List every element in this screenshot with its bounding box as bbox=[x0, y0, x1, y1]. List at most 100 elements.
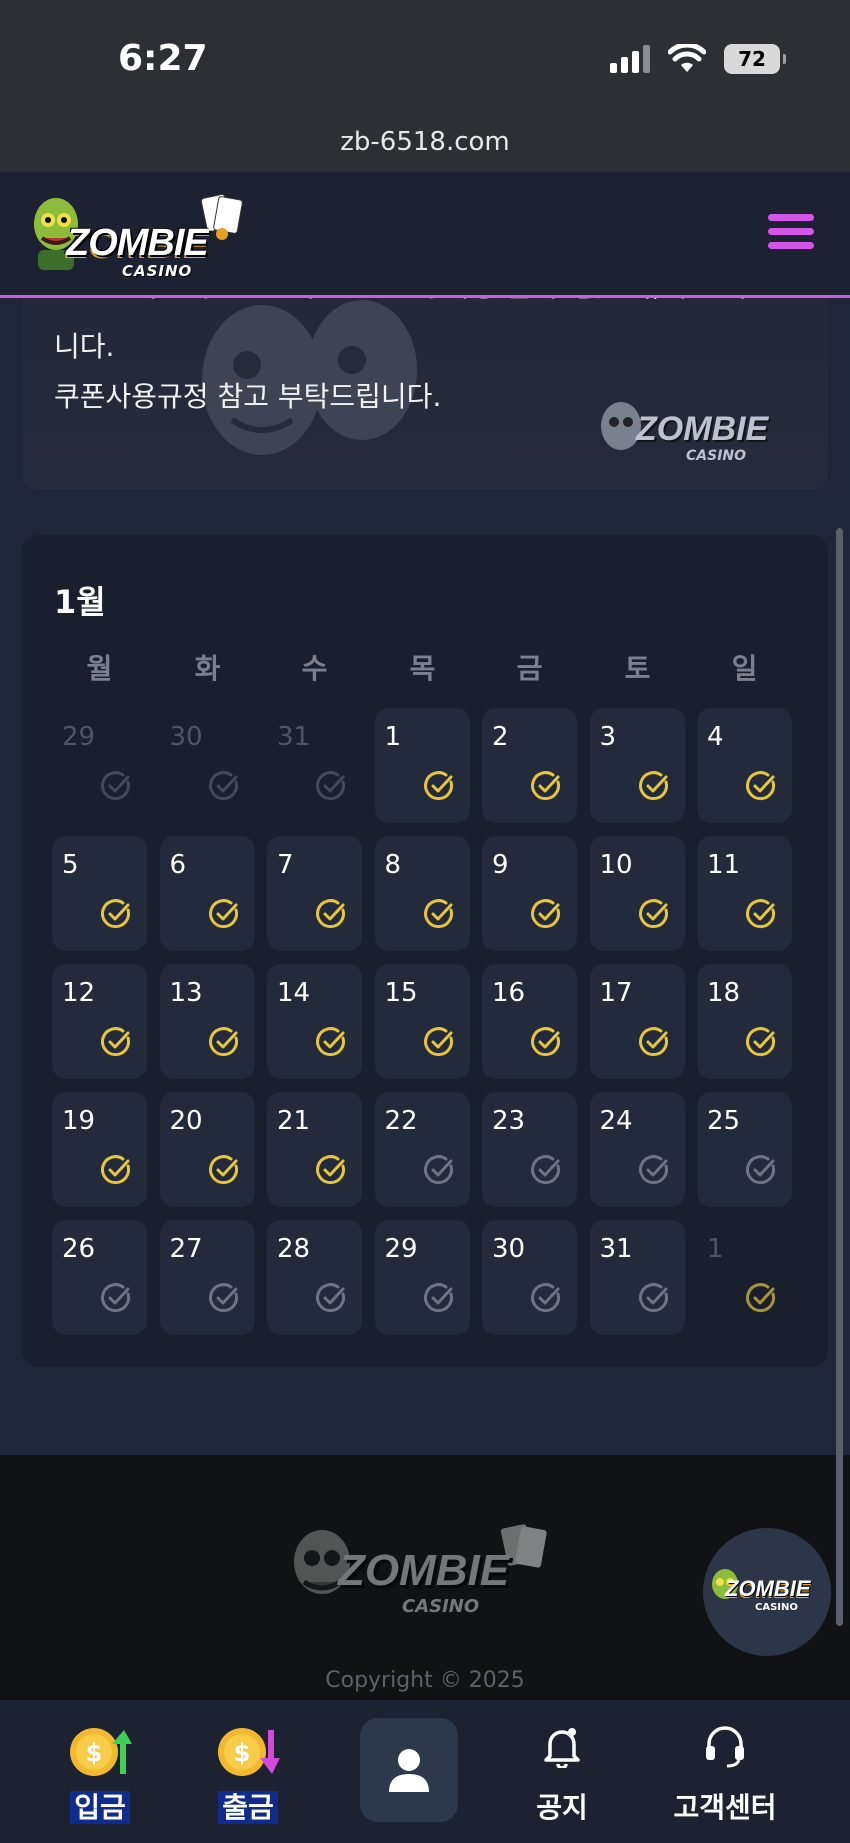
calendar-day-cell[interactable]: 22 bbox=[374, 1092, 470, 1207]
floating-logo-sub: CASINO bbox=[755, 1602, 798, 1613]
calendar-day-number: 29 bbox=[62, 722, 96, 752]
calendar-day-cell[interactable]: 21 bbox=[267, 1092, 362, 1207]
check-circle-icon bbox=[101, 899, 130, 929]
calendar-day-cell[interactable]: 10 bbox=[589, 836, 685, 951]
check-circle-icon bbox=[208, 899, 238, 929]
floating-logo-word: ZOMBIE bbox=[725, 1576, 811, 1601]
calendar-day-number: 17 bbox=[599, 978, 633, 1008]
calendar-day-number: 2 bbox=[492, 722, 509, 752]
calendar-day-cell[interactable]: 9 bbox=[482, 836, 577, 951]
calendar-day-cell[interactable]: 29 bbox=[52, 708, 147, 823]
check-circle-icon bbox=[746, 1027, 775, 1057]
banner-logo-sub: CASINO bbox=[686, 448, 747, 464]
hamburger-icon[interactable] bbox=[768, 214, 814, 252]
calendar-day-number: 26 bbox=[62, 1234, 96, 1264]
check-circle-icon bbox=[208, 1283, 238, 1313]
floating-zombie-casino-button[interactable]: ZOMBIE CASINO bbox=[703, 1528, 831, 1656]
check-circle-icon bbox=[638, 1027, 668, 1057]
calendar-day-number: 4 bbox=[707, 722, 724, 752]
calendar-day-cell[interactable]: 28 bbox=[267, 1220, 362, 1335]
calendar-day-number: 7 bbox=[277, 850, 294, 880]
calendar-day-number: 15 bbox=[384, 978, 418, 1008]
calendar-day-cell[interactable]: 16 bbox=[482, 964, 577, 1079]
status-time: 6:27 bbox=[118, 38, 208, 79]
calendar-day-number: 30 bbox=[169, 722, 203, 752]
nav-notice[interactable]: 공지 bbox=[487, 1700, 637, 1843]
calendar-day-cell[interactable]: 6 bbox=[159, 836, 255, 951]
url-bar[interactable]: zb-6518.com bbox=[0, 125, 850, 175]
calendar-day-number: 12 bbox=[62, 978, 96, 1008]
banner-text: 입금 1회 5시 15분 이전 입금 시 사용 할 수 없으며, 쿠폰지급 됩 … bbox=[54, 270, 808, 422]
calendar-day-cell[interactable]: 30 bbox=[160, 708, 255, 823]
calendar-day-number: 27 bbox=[169, 1234, 203, 1264]
calendar-day-cell[interactable]: 19 bbox=[52, 1092, 147, 1207]
calendar-day-cell[interactable]: 30 bbox=[482, 1220, 577, 1335]
calendar-day-cell[interactable]: 13 bbox=[159, 964, 255, 1079]
calendar-day-cell[interactable]: 14 bbox=[267, 964, 362, 1079]
page-scrollbar[interactable] bbox=[836, 528, 843, 1626]
banner-line-1: 니다. bbox=[54, 330, 115, 363]
nav-deposit-label: 입금 bbox=[25, 1786, 175, 1826]
nav-support[interactable]: 고객센터 bbox=[650, 1700, 800, 1843]
weekday-sun: 일 bbox=[731, 652, 758, 685]
calendar-day-cell[interactable]: 11 bbox=[697, 836, 792, 951]
check-circle-icon bbox=[316, 1155, 345, 1185]
check-circle-icon bbox=[101, 1027, 130, 1057]
check-circle-icon bbox=[423, 899, 453, 929]
calendar-day-cell[interactable]: 18 bbox=[697, 964, 792, 1079]
calendar-day-number: 25 bbox=[707, 1106, 741, 1136]
footer-logo-sub: CASINO bbox=[402, 1596, 480, 1617]
check-circle-icon bbox=[208, 1027, 238, 1057]
check-circle-icon bbox=[746, 1155, 775, 1185]
calendar-day-cell[interactable]: 31 bbox=[589, 1220, 685, 1335]
calendar-day-number: 13 bbox=[169, 978, 203, 1008]
calendar-day-cell[interactable]: 15 bbox=[374, 964, 470, 1079]
check-circle-icon bbox=[638, 1155, 668, 1185]
check-circle-icon bbox=[531, 1283, 560, 1313]
battery-icon: 72 bbox=[724, 44, 786, 74]
calendar-day-cell[interactable]: 20 bbox=[159, 1092, 255, 1207]
calendar-day-cell[interactable]: 25 bbox=[697, 1092, 792, 1207]
attendance-calendar: 1월 월 화 수 목 금 토 일 29 30 31 1 2 3 4 5 6 7 8 9 10 11 12 13… bbox=[22, 535, 828, 1367]
calendar-day-cell[interactable]: 2 bbox=[482, 708, 577, 823]
nav-withdraw[interactable]: $ 출금 bbox=[173, 1700, 323, 1843]
nav-support-label: 고객센터 bbox=[673, 1791, 777, 1824]
calendar-day-cell[interactable]: 8 bbox=[374, 836, 470, 951]
ios-status-bar: 6:27 72 bbox=[0, 0, 850, 125]
calendar-day-number: 18 bbox=[707, 978, 741, 1008]
calendar-day-number: 31 bbox=[277, 722, 311, 752]
calendar-day-cell[interactable]: 26 bbox=[52, 1220, 147, 1335]
calendar-day-cell[interactable]: 4 bbox=[697, 708, 792, 823]
calendar-day-cell[interactable]: 7 bbox=[267, 836, 362, 951]
calendar-day-number: 10 bbox=[599, 850, 633, 880]
check-circle-icon bbox=[316, 1283, 345, 1313]
calendar-day-number: 11 bbox=[707, 850, 741, 880]
calendar-day-cell[interactable]: 24 bbox=[589, 1092, 685, 1207]
calendar-day-cell[interactable]: 5 bbox=[52, 836, 147, 951]
calendar-day-number: 14 bbox=[277, 978, 311, 1008]
nav-profile-button[interactable] bbox=[360, 1718, 458, 1822]
nav-deposit[interactable]: $ 입금 bbox=[25, 1700, 175, 1843]
calendar-grid: 29 30 31 1 2 3 4 5 6 7 8 9 10 11 12 13 14 15 16 17 18 19 20 21 2… bbox=[52, 708, 805, 1335]
calendar-day-number: 28 bbox=[277, 1234, 311, 1264]
calendar-day-cell[interactable]: 17 bbox=[589, 964, 685, 1079]
deposit-coin-icon: $ bbox=[70, 1728, 132, 1776]
site-header: ZOMBIE CASINO bbox=[0, 172, 850, 298]
weekday-fri: 금 bbox=[516, 652, 543, 685]
calendar-day-cell[interactable]: 1 bbox=[374, 708, 470, 823]
calendar-day-number: 31 bbox=[599, 1234, 633, 1264]
calendar-day-cell[interactable]: 23 bbox=[482, 1092, 577, 1207]
banner-logo-word: ZOMBIE bbox=[636, 410, 769, 448]
calendar-weekdays: 월 화 수 목 금 토 일 bbox=[52, 647, 805, 687]
calendar-day-cell[interactable]: 1 bbox=[697, 1220, 792, 1335]
calendar-day-cell[interactable]: 3 bbox=[589, 708, 685, 823]
calendar-day-cell[interactable]: 31 bbox=[267, 708, 362, 823]
status-icons: 72 bbox=[610, 44, 786, 74]
logo-word: ZOMBIE bbox=[66, 222, 209, 264]
calendar-day-number: 23 bbox=[492, 1106, 526, 1136]
calendar-day-cell[interactable]: 12 bbox=[52, 964, 147, 1079]
calendar-day-cell[interactable]: 29 bbox=[374, 1220, 470, 1335]
calendar-day-cell[interactable]: 27 bbox=[159, 1220, 255, 1335]
user-icon bbox=[389, 1749, 429, 1792]
zombie-casino-logo[interactable]: ZOMBIE CASINO bbox=[30, 190, 245, 282]
